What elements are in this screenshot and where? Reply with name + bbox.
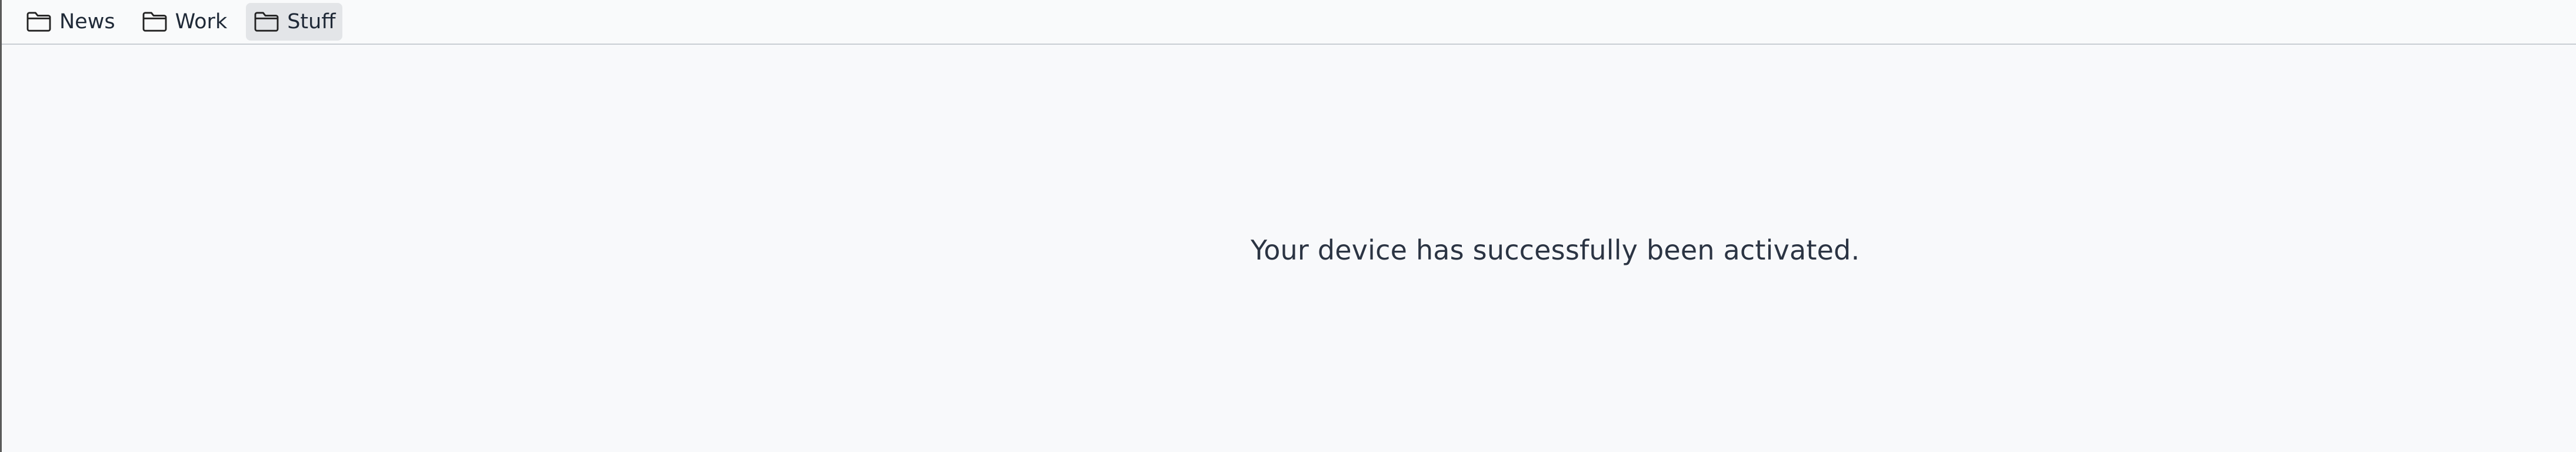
main-content: Your device has successfully been activa… (2, 45, 2576, 452)
activation-message: Your device has successfully been activa… (1251, 234, 1860, 266)
browser-window: News Work Stuff Your device has successf… (0, 0, 2576, 452)
bookmark-label: Work (175, 9, 228, 34)
folder-icon (25, 11, 52, 33)
bookmark-news[interactable]: News (18, 3, 122, 41)
bookmark-stuff[interactable]: Stuff (246, 3, 343, 41)
bookmark-label: News (59, 9, 115, 34)
bookmark-label: Stuff (287, 9, 336, 34)
folder-icon (141, 11, 168, 33)
folder-icon (253, 11, 280, 33)
bookmarks-bar: News Work Stuff (2, 0, 2576, 45)
bookmark-work[interactable]: Work (134, 3, 235, 41)
